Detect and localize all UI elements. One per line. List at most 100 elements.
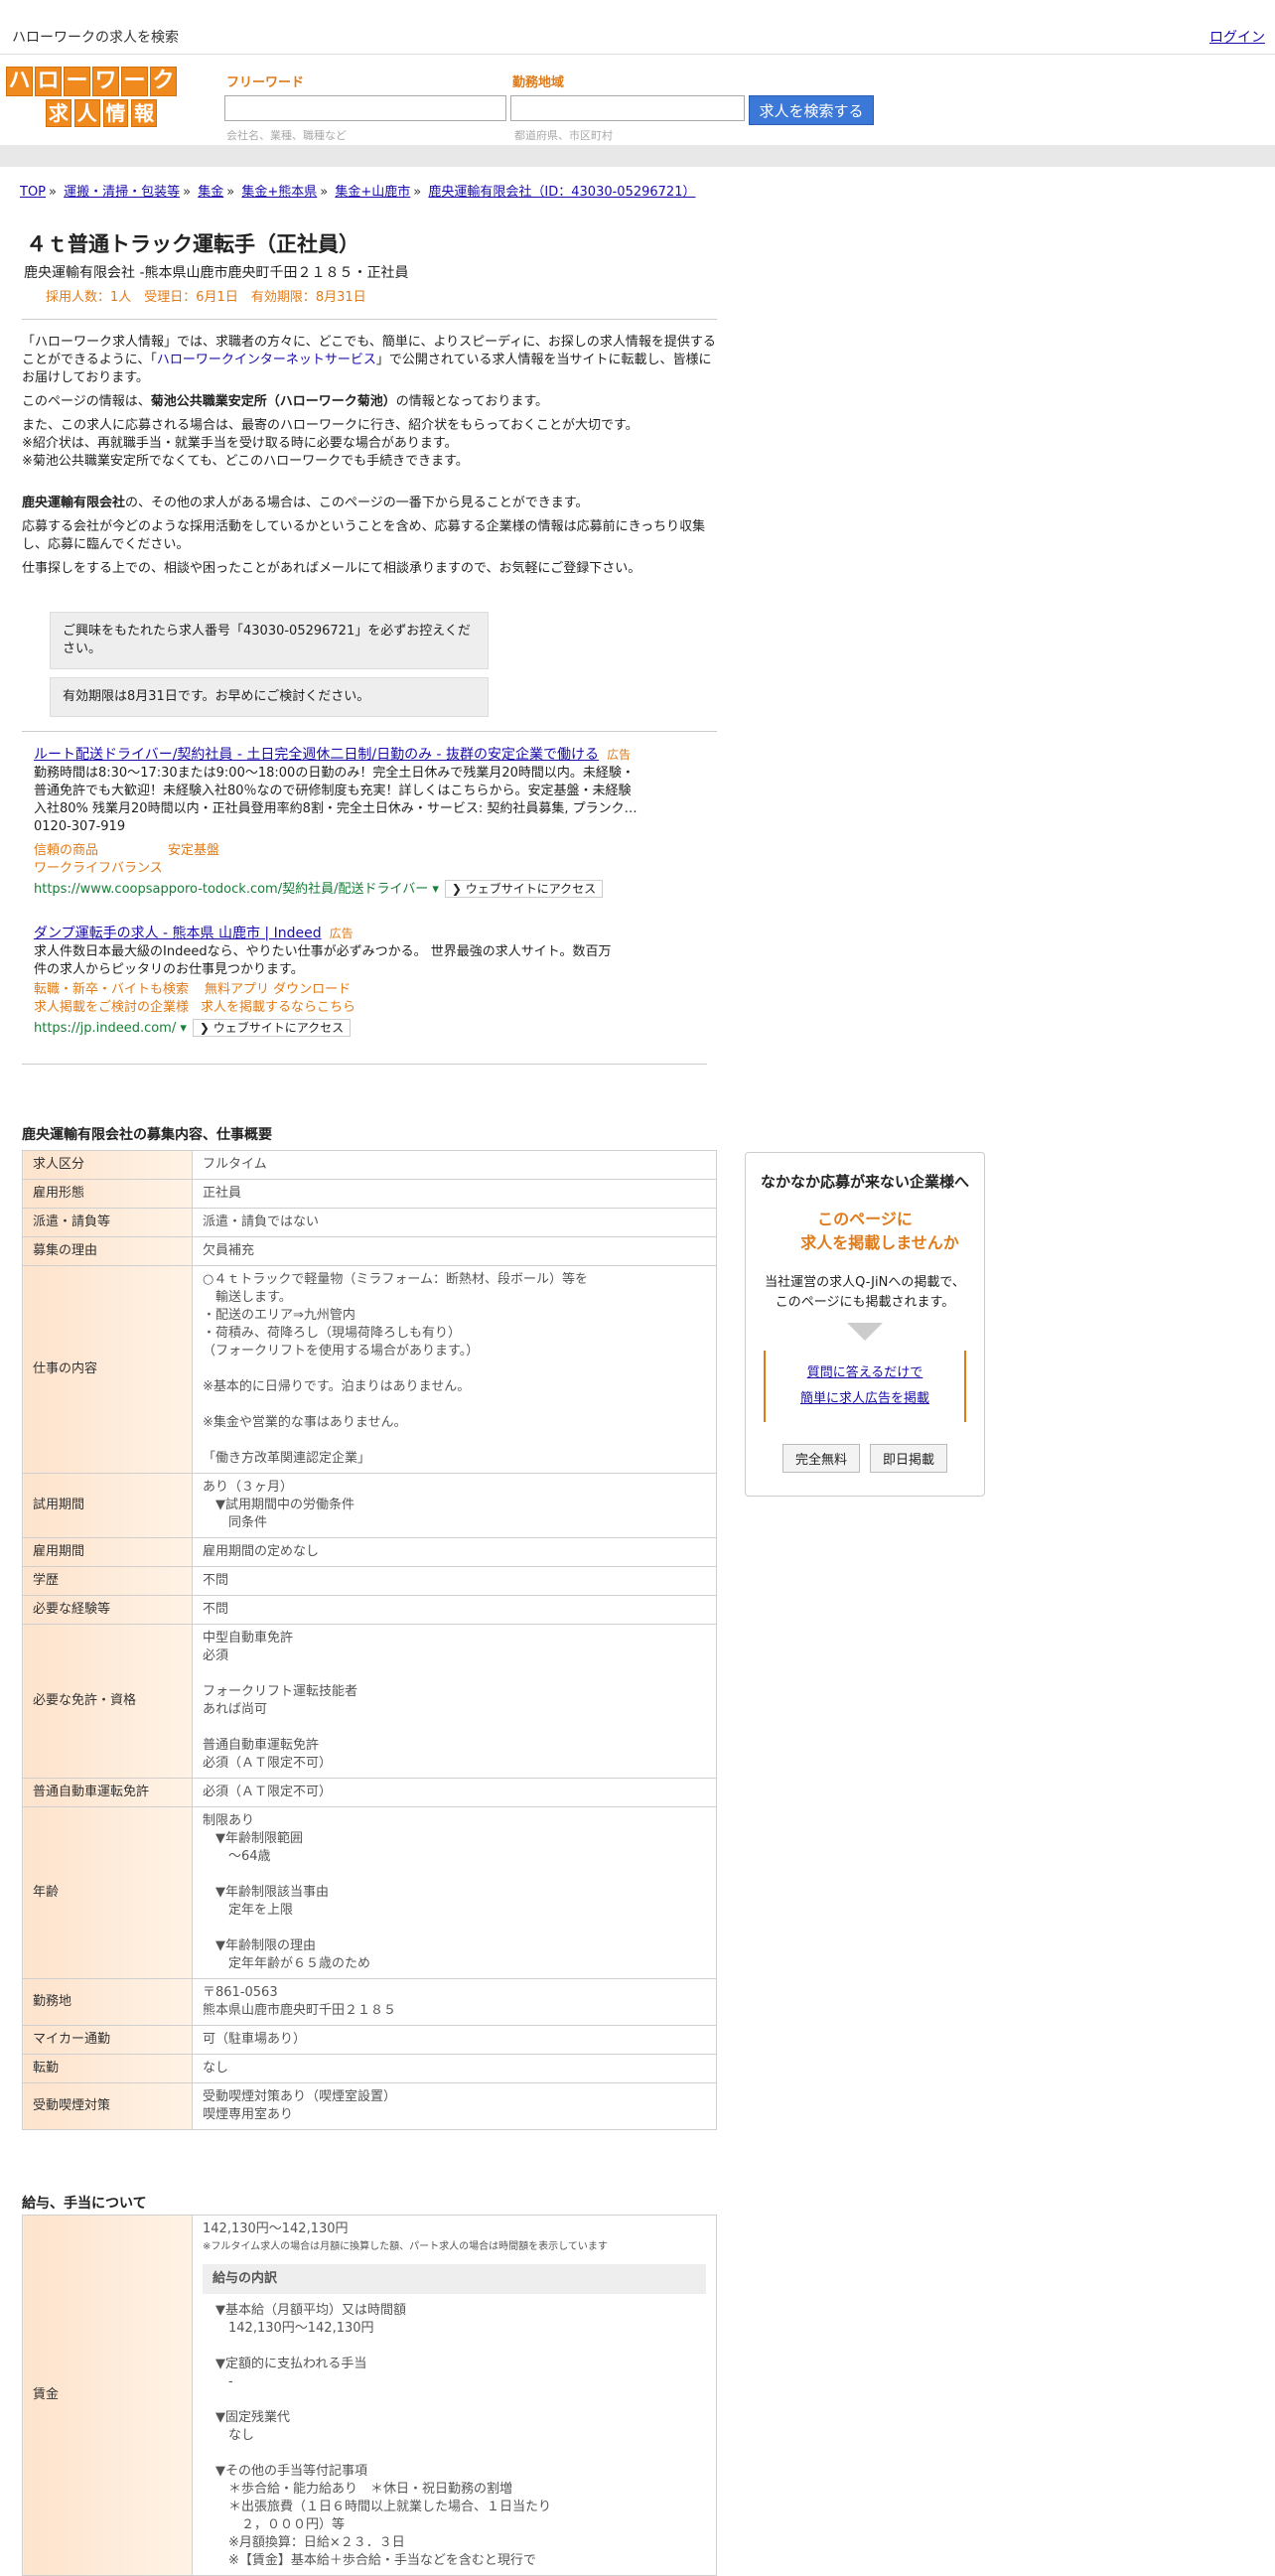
row-key: 仕事の内容 xyxy=(22,1265,193,1474)
breadcrumb-link[interactable]: TOP xyxy=(20,185,46,200)
breadcrumb-link[interactable]: 運搬・清掃・包装等 xyxy=(64,185,180,200)
ad-url[interactable]: https://jp.indeed.com/ ▾ xyxy=(34,1021,187,1036)
ad-sitelink[interactable]: 安定基盤 xyxy=(168,843,219,858)
hellowork-link[interactable]: ハローワークインターネットサービス xyxy=(157,353,376,367)
row-key: 受動喫煙対策 xyxy=(22,2082,193,2130)
table-row: マイカー通勤 可（駐車場あり） xyxy=(22,2025,717,2055)
row-value: 必須（ＡＴ限定不可） xyxy=(192,1778,717,1807)
salary-section-title: 給与、手当について xyxy=(22,2196,147,2212)
breadcrumb-link[interactable]: 集金+山鹿市 xyxy=(335,185,410,200)
employer-promo-box: なかなか応募が来ない企業様へ このページに 求人を掲載しませんか 当社運営の求人Q… xyxy=(745,1152,985,1497)
row-value: 派遣・請負ではない xyxy=(192,1208,717,1237)
row-value: 制限あり ▼年齢制限範囲 〜64歳 ▼年齢制限該当事由 定年を上限 ▼年齢制限の… xyxy=(192,1806,717,1979)
ad-sitelink[interactable]: 求人を掲載するならこちら xyxy=(201,1000,355,1015)
main-content: ４ｔ普通トラック運転手（正社員） 鹿央運輸有限会社 -熊本県山鹿市鹿央町千田２１… xyxy=(22,228,717,2130)
row-value: 正社員 xyxy=(192,1179,717,1209)
table-row: 雇用期間 雇用期間の定めなし xyxy=(22,1537,717,1567)
promo-heading: なかなか応募が来ない企業様へ xyxy=(760,1173,969,1191)
visit-website-button[interactable]: ❯ ウェブサイトにアクセス xyxy=(444,880,604,898)
ad-sitelink[interactable]: 転職・新卒・バイトも検索 xyxy=(34,982,189,997)
notice-box: 有効期限は8月31日です。お早めにご検討ください。 xyxy=(50,677,489,717)
page-title: ４ｔ普通トラック運転手（正社員） xyxy=(26,232,359,256)
row-key: マイカー通勤 xyxy=(22,2025,193,2055)
ad-sitelink[interactable]: 無料アプリ ダウンロード xyxy=(205,982,351,997)
table-row: 受動喫煙対策 受動喫煙対策あり（喫煙室設置） 喫煙専用室あり xyxy=(22,2082,717,2130)
promo-highlight: このページに 求人を掲載しませんか xyxy=(800,1210,959,1252)
ad-phone[interactable]: 0120-307-919 xyxy=(34,818,709,836)
down-arrow-icon xyxy=(847,1323,883,1341)
job-meta: 採用人数：1人 受理日：6月1日 有効期限：8月31日 xyxy=(46,290,366,305)
row-value: 欠員補充 xyxy=(192,1236,717,1266)
ad-title-link[interactable]: ダンプ運転手の求人 - 熊本県 山鹿市 | Indeed xyxy=(34,926,322,941)
table-row: 仕事の内容 ○４ｔトラックで軽量物（ミラフォーム：断熱材、段ボール）等を 輸送しま… xyxy=(22,1265,717,1474)
table-row: 普通自動車運転免許 必須（ＡＴ限定不可） xyxy=(22,1778,717,1807)
intro-paragraph: このページの情報は、菊池公共職業安定所（ハローワーク菊池）の情報となっております… xyxy=(22,394,549,409)
ad-description: 求人件数日本最大級のIndeedなら、やりたい仕事が必ずみつかる。 世界最強の求… xyxy=(34,944,612,977)
divider xyxy=(22,731,717,732)
row-key: 必要な経験等 xyxy=(22,1595,193,1625)
ad-block: ダンプ運転手の求人 - 熊本県 山鹿市 | Indeed 広告 求人件数日本最大級… xyxy=(34,925,709,1038)
ad-sitelink[interactable]: ワークライフバランス xyxy=(34,861,163,876)
salary-key: 賃金 xyxy=(22,2215,193,2576)
breadcrumb-link[interactable]: 鹿央運輸有限会社（ID：43030-05296721） xyxy=(428,185,695,200)
table-row: 試用期間 あり（３ヶ月） ▼試用期間中の労働条件 同条件 xyxy=(22,1473,717,1538)
login-link[interactable]: ログイン xyxy=(1209,27,1265,47)
row-key: 必要な免許・資格 xyxy=(22,1624,193,1779)
visit-website-button[interactable]: ❯ ウェブサイトにアクセス xyxy=(192,1019,352,1037)
ad-badge: 広告 xyxy=(329,927,354,940)
keyword-input[interactable] xyxy=(224,95,506,121)
search-button[interactable]: 求人を検索する xyxy=(749,95,874,125)
intro-paragraph: 仕事探しをする上での、相談や困ったことがあればメールにて相談承りますので、お気軽… xyxy=(22,561,641,576)
ad-sitelink[interactable]: 信頼の商品 xyxy=(34,843,98,858)
row-value: 雇用期間の定めなし xyxy=(192,1537,717,1567)
promo-link[interactable]: 質問に答えるだけで xyxy=(807,1365,923,1380)
row-value: なし xyxy=(192,2054,717,2083)
row-key: 年齢 xyxy=(22,1806,193,1979)
table-row: 雇用形態 正社員 xyxy=(22,1179,717,1209)
table-row: 求人区分 フルタイム xyxy=(22,1150,717,1180)
promo-links: 質問に答えるだけで 簡単に求人広告を掲載 xyxy=(764,1351,966,1422)
row-value: ○４ｔトラックで軽量物（ミラフォーム：断熱材、段ボール）等を 輸送します。 ・配… xyxy=(192,1265,717,1474)
intro-paragraph: また、この求人に応募される場合は、最寄のハローワークに行き、紹介状をもらっておく… xyxy=(22,418,638,469)
salary-table: 賃金 142,130円〜142,130円 ※フルタイム求人の場合は月額に換算した… xyxy=(22,2215,717,2576)
table-row: 必要な免許・資格 中型自動車免許 必須 フォークリフト運転技能者 あれば尚可 普通… xyxy=(22,1624,717,1779)
breadcrumb-link[interactable]: 集金+熊本県 xyxy=(241,185,317,200)
table-row: 勤務地 〒861-0563 熊本県山鹿市鹿央町千田２１８５ xyxy=(22,1978,717,2026)
top-bar: ハローワークの求人を検索 ログイン xyxy=(0,0,1275,55)
row-key: 勤務地 xyxy=(22,1978,193,2026)
divider xyxy=(22,319,717,320)
row-key: 募集の理由 xyxy=(22,1236,193,1266)
site-name: ハローワークの求人を検索 xyxy=(12,30,179,46)
salary-section: 賃金 142,130円〜142,130円 ※フルタイム求人の場合は月額に換算した… xyxy=(22,2215,717,2576)
same-day-button[interactable]: 即日掲載 xyxy=(870,1444,948,1473)
area-label: 勤務地域 xyxy=(512,75,565,90)
intro-paragraph: 「ハローワーク求人情報」では、求職者の方々に、どこでも、簡単に、よりスピーディに… xyxy=(22,335,716,385)
promo-text: 当社運営の求人Q-JiNへの掲載で、 このページにも掲載されます。 xyxy=(765,1275,965,1310)
keyword-label: フリーワード xyxy=(226,75,305,90)
row-key: 派遣・請負等 xyxy=(22,1208,193,1237)
row-key: 普通自動車運転免許 xyxy=(22,1778,193,1807)
salary-breakdown-label: 給与の内訳 xyxy=(203,2264,706,2294)
notice-box: ご興味をもたれたら求人番号「43030-05296721」を必ずお控えください。 xyxy=(50,612,489,669)
breadcrumb: TOP» 運搬・清掃・包装等» 集金» 集金+熊本県» 集金+山鹿市» 鹿央運輸… xyxy=(20,185,696,200)
site-logo[interactable]: ハローワーク 求人情報 xyxy=(6,67,177,127)
table-row: 募集の理由 欠員補充 xyxy=(22,1236,717,1266)
ad-sitelink[interactable]: 求人掲載をご検討の企業様 xyxy=(34,1000,189,1015)
row-value: 中型自動車免許 必須 フォークリフト運転技能者 あれば尚可 普通自動車運転免許 … xyxy=(192,1624,717,1779)
area-input[interactable] xyxy=(510,95,745,121)
ad-title-link[interactable]: ルート配送ドライバー/契約社員 - 土日完全週休二日制/日勤のみ - 抜群の安定… xyxy=(34,747,599,763)
row-key: 転勤 xyxy=(22,2054,193,2083)
ad-url[interactable]: https://www.coopsapporo-todock.com/契約社員/… xyxy=(34,882,439,897)
free-button[interactable]: 完全無料 xyxy=(781,1444,860,1473)
promo-link[interactable]: 簡単に求人広告を掲載 xyxy=(800,1391,929,1406)
row-value: フルタイム xyxy=(192,1150,717,1180)
breadcrumb-link[interactable]: 集金 xyxy=(198,185,223,200)
row-value: 不問 xyxy=(192,1566,717,1596)
intro-paragraph: 応募する会社が今どのような採用活動をしているかということを含め、応募する企業様の… xyxy=(22,519,706,552)
row-value: あり（３ヶ月） ▼試用期間中の労働条件 同条件 xyxy=(192,1473,717,1538)
ad-badge: 広告 xyxy=(607,748,632,762)
intro-paragraph: 鹿央運輸有限会社の、その他の求人がある場合は、このページの一番下から見ることがで… xyxy=(22,496,589,510)
table-row: 学歴 不問 xyxy=(22,1566,717,1596)
table-row: 派遣・請負等 派遣・請負ではない xyxy=(22,1208,717,1237)
table-row: 転勤 なし xyxy=(22,2054,717,2083)
